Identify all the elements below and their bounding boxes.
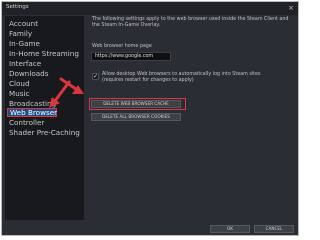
auto-login-checkbox[interactable]: ✓ <box>92 73 99 80</box>
homepage-input[interactable]: https://www.google.com <box>91 52 171 61</box>
sidebar-item-cloud[interactable]: Cloud <box>9 79 30 88</box>
close-icon[interactable]: × <box>288 4 294 12</box>
delete-cache-button[interactable]: DELETE WEB BROWSER CACHE <box>91 100 181 108</box>
info-text: The following settings apply to the web … <box>92 17 289 28</box>
sidebar-item-in-home-streaming[interactable]: In-Home Streaming <box>9 49 79 58</box>
sidebar-item-account[interactable]: Account <box>9 19 38 28</box>
window-title: Settings <box>6 4 29 10</box>
homepage-label: Web browser home page <box>92 44 152 49</box>
sidebar-item-downloads[interactable]: Downloads <box>9 69 48 78</box>
sidebar-item-music[interactable]: Music <box>9 89 29 98</box>
sidebar-item-family[interactable]: Family <box>9 29 32 38</box>
red-arrow-icon <box>59 77 84 94</box>
auto-login-label: Allow desktop Web browsers to automatica… <box>102 72 261 83</box>
sidebar-item-in-game[interactable]: In-Game <box>9 39 40 48</box>
delete-cookies-button[interactable]: DELETE ALL BROWSER COOKIES <box>91 113 181 121</box>
title-bar[interactable]: Settings × <box>2 2 298 15</box>
web-browser-panel: The following settings apply to the web … <box>86 16 298 220</box>
settings-sidebar: Account Family In-Game In-Home Streaming… <box>5 16 84 220</box>
sidebar-item-controller[interactable]: Controller <box>9 118 44 127</box>
ok-button[interactable]: OK <box>210 225 250 233</box>
sidebar-item-shader-pre-caching[interactable]: Shader Pre-Caching <box>9 128 80 137</box>
settings-window: Settings × Account Family In-Game In-Hom… <box>1 1 299 236</box>
sidebar-item-interface[interactable]: Interface <box>9 59 41 68</box>
cancel-button[interactable]: CANCEL <box>254 225 294 233</box>
